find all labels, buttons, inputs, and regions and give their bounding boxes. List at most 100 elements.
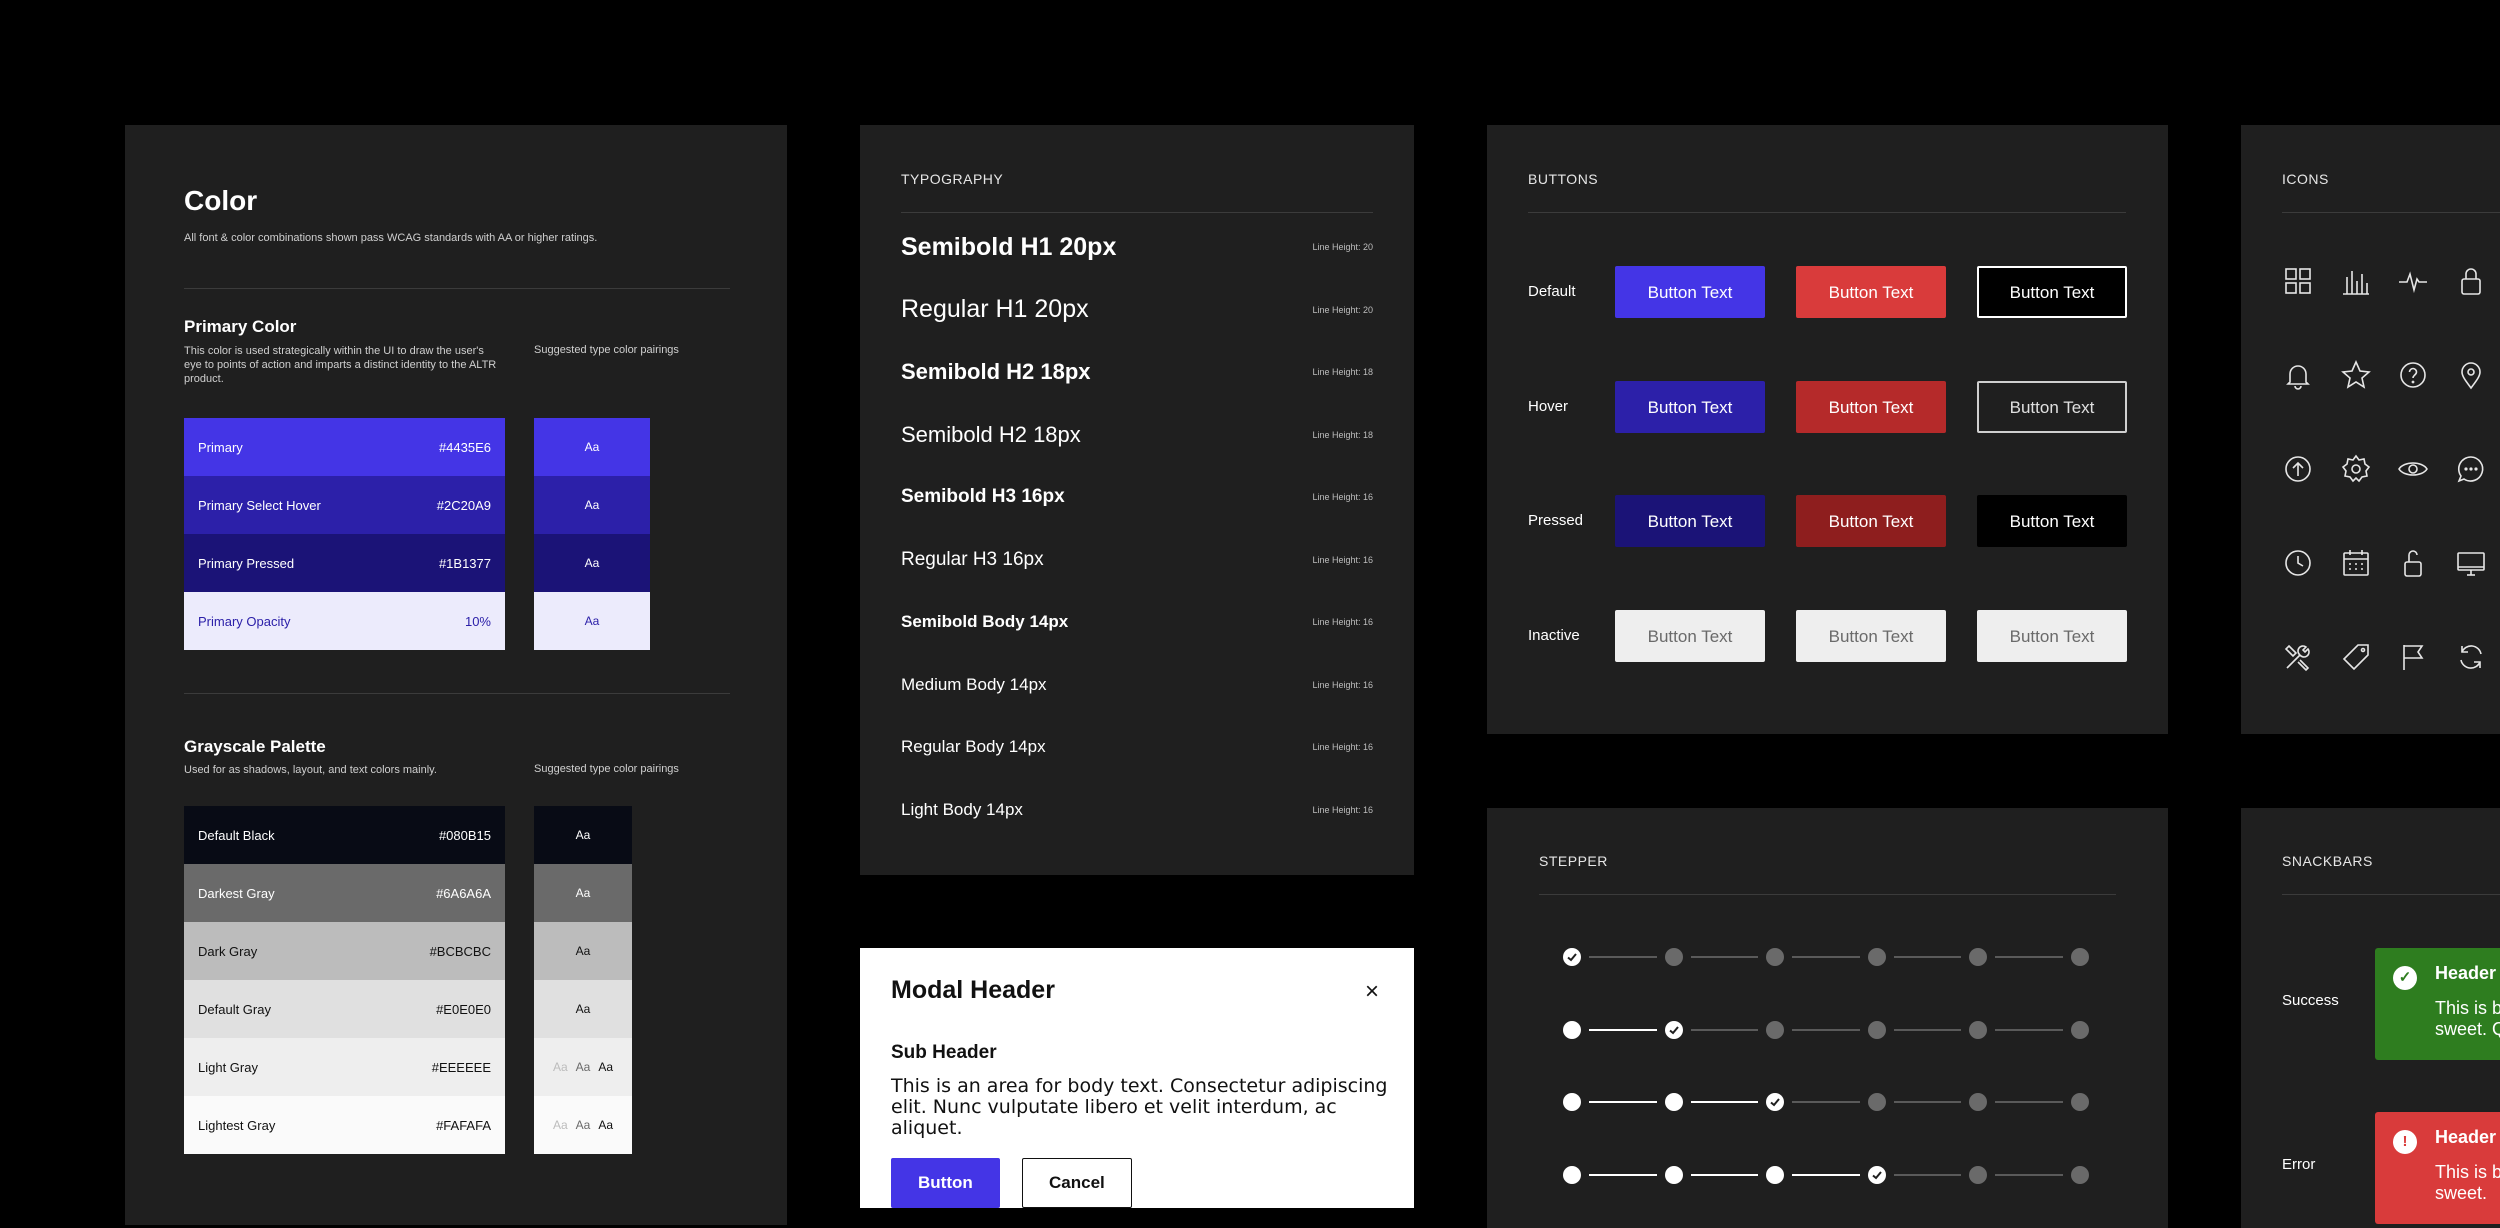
sample-button[interactable]: Button Text — [1977, 495, 2127, 547]
button-state-label: Pressed — [1528, 512, 1584, 529]
divider — [2282, 894, 2500, 895]
check-icon[interactable] — [1664, 1020, 1683, 1039]
stepper-step[interactable] — [2070, 948, 2089, 966]
type-pairing-swatch: Aa — [534, 476, 650, 534]
color-swatch: Darkest Gray #6A6A6A — [184, 864, 505, 922]
buttons-panel: BUTTONS Default Button Text Button Text But… — [1487, 125, 2168, 734]
stepper-step[interactable] — [1867, 1093, 1886, 1111]
divider — [2282, 212, 2500, 213]
bell-icon — [2280, 357, 2316, 393]
stepper-step[interactable] — [1969, 1020, 1987, 1039]
typography-label: TYPOGRAPHY — [901, 171, 1004, 187]
grayscale-pairings-label: Suggested type color pairings — [534, 763, 679, 775]
color-panel: Color All font & color combinations show… — [125, 125, 787, 1225]
snackbar-body-line: sweet. Q — [2435, 1019, 2500, 1039]
button-state-label: Default — [1528, 283, 1576, 300]
buttons-label: BUTTONS — [1528, 171, 1599, 187]
typography-panel: TYPOGRAPHY Semibold H1 20px Line Height: … — [860, 125, 1414, 875]
sample-button[interactable]: Button Text — [1615, 495, 1765, 547]
type-pairing-swatch: Aa — [534, 418, 650, 476]
stepper-connector — [1893, 956, 1961, 958]
snackbar: ✓ Header T This is bosweet. Q — [2375, 948, 2500, 1060]
pairing-sample: Aa — [552, 1118, 568, 1132]
stepper-connector — [1589, 1101, 1657, 1103]
check-icon[interactable] — [1563, 948, 1581, 966]
check-icon[interactable] — [1867, 1165, 1886, 1184]
stepper-connector — [1690, 1028, 1758, 1031]
flag-icon — [2395, 639, 2431, 675]
sample-button[interactable]: Button Text — [1615, 266, 1765, 318]
sample-button[interactable]: Button Text — [1796, 266, 1946, 318]
stepper-step[interactable] — [1969, 1165, 1987, 1184]
sample-button[interactable]: Button Text — [1977, 609, 2127, 662]
swatch-value: #EEEEEE — [431, 1059, 491, 1075]
monitor-icon — [2453, 545, 2489, 581]
typography-sample-row: Semibold Body 14px Line Height: 16 — [901, 602, 1373, 642]
sample-button[interactable]: Button Text — [1796, 609, 1946, 662]
sample-button[interactable]: Button Text — [1796, 380, 1946, 433]
stepper-step[interactable] — [1563, 1020, 1581, 1039]
stepper-connector — [1589, 956, 1657, 958]
stepper-step[interactable] — [1867, 1020, 1886, 1039]
stepper-step[interactable] — [2070, 1165, 2089, 1184]
typography-sample-row: Semibold H2 18px Line Height: 18 — [901, 415, 1373, 455]
button-state-label: Hover — [1528, 397, 1569, 415]
stepper-connector — [1690, 1101, 1758, 1103]
line-height-label: Line Height: 16 — [1312, 492, 1373, 502]
line-height-label: Line Height: 16 — [1312, 617, 1373, 627]
snackbar: ! Header T This is bosweet. — [2375, 1112, 2500, 1224]
sample-button[interactable]: Button Text — [1615, 609, 1765, 662]
modal-cancel-button[interactable]: Cancel — [1022, 1158, 1132, 1208]
close-icon[interactable]: × — [1358, 978, 1386, 1006]
modal-body-text: This is an area for body text. Consectet… — [891, 1075, 1388, 1139]
stepper-connector — [1792, 956, 1860, 958]
color-title: Color — [184, 185, 258, 216]
stepper-step[interactable] — [1766, 1020, 1784, 1039]
sample-button[interactable]: Button Text — [1615, 380, 1765, 433]
typography-sample-row: Regular H3 16px Line Height: 16 — [901, 540, 1373, 580]
divider — [1539, 894, 2116, 895]
stepper-connector — [1893, 1101, 1961, 1103]
swatch-value: #2C20A9 — [436, 497, 491, 513]
stepper-step[interactable] — [1664, 1165, 1683, 1184]
stepper-step[interactable] — [1664, 1093, 1683, 1111]
divider — [184, 288, 730, 289]
check-circle-icon: ✓ — [2393, 966, 2417, 990]
typography-sample: Medium Body 14px — [901, 674, 1047, 694]
swatch-value: #FAFAFA — [436, 1117, 491, 1133]
stepper-step[interactable] — [1867, 948, 1886, 966]
stepper-step[interactable] — [1563, 1093, 1581, 1111]
snackbars-panel: SNACKBARS Success✓Header TThis is boswee… — [2241, 808, 2500, 1228]
stepper-connector — [1995, 1173, 2063, 1176]
stepper-step[interactable] — [2070, 1093, 2089, 1111]
check-icon[interactable] — [1766, 1093, 1784, 1111]
type-pairing-swatch: Aa — [534, 592, 650, 650]
stepper-step[interactable] — [1664, 948, 1683, 966]
stepper-step[interactable] — [1766, 948, 1784, 966]
sample-button[interactable]: Button Text — [1796, 495, 1946, 547]
stepper-connector — [1995, 956, 2063, 958]
sample-button[interactable]: Button Text — [1977, 380, 2127, 433]
stepper-step[interactable] — [1969, 948, 1987, 966]
swatch-value: #6A6A6A — [436, 885, 491, 901]
stepper-connector — [1792, 1101, 1860, 1103]
lock-icon — [2453, 263, 2489, 299]
swatch-name: Primary Opacity — [198, 613, 291, 629]
stepper-step[interactable] — [1766, 1165, 1784, 1184]
modal-primary-button[interactable]: Button — [891, 1158, 1000, 1208]
swatch-name: Darkest Gray — [198, 885, 275, 901]
typography-sample: Light Body 14px — [901, 799, 1023, 819]
eye-icon — [2395, 451, 2431, 487]
pairing-sample: Aa — [584, 556, 600, 570]
sample-button[interactable]: Button Text — [1977, 266, 2127, 318]
modal-sub-header: Sub Header — [891, 1042, 997, 1063]
stepper-step[interactable] — [1969, 1093, 1987, 1111]
stepper-panel: STEPPER — [1487, 808, 2168, 1228]
stepper-step[interactable] — [2070, 1020, 2089, 1039]
pairing-sample: Aa — [575, 1118, 591, 1132]
line-height-label: Line Height: 16 — [1312, 679, 1373, 690]
primary-color-heading: Primary Color — [184, 317, 297, 336]
stepper-connector — [1690, 1173, 1758, 1176]
stepper-step[interactable] — [1563, 1165, 1581, 1184]
typography-sample: Semibold H2 18px — [901, 359, 1091, 384]
